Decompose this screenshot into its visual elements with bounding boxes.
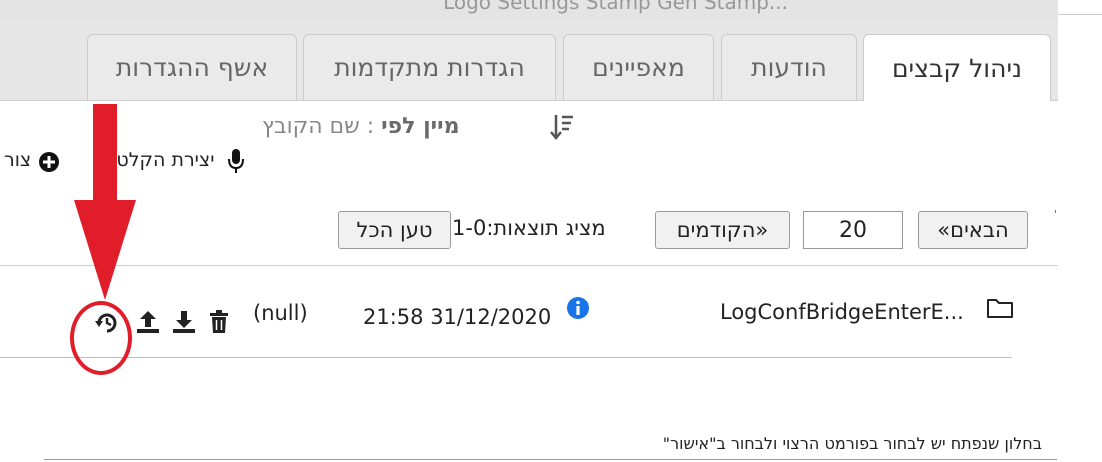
right-strip bbox=[1058, 0, 1102, 15]
row-divider-bottom bbox=[0, 357, 1012, 358]
trash-icon[interactable] bbox=[208, 310, 230, 334]
tab-file-management[interactable]: ניהול קבצים bbox=[863, 34, 1051, 101]
load-all-button[interactable]: טען הכל bbox=[338, 211, 451, 249]
download-icon[interactable] bbox=[172, 310, 196, 334]
results-count: מציג תוצאות:1-0 bbox=[452, 216, 606, 240]
sort-by-label[interactable]: מיין לפי : שם הקובץ bbox=[262, 114, 460, 139]
file-name[interactable]: LogConfBridgeEnterE... bbox=[720, 300, 964, 324]
file-value: (null) bbox=[253, 301, 308, 325]
plus-circle-icon[interactable] bbox=[38, 151, 60, 173]
annotation-circle bbox=[70, 301, 132, 375]
tab-settings-wizard[interactable]: אשף ההגדרות bbox=[87, 34, 297, 100]
footer-instruction: בחלון שנפתח יש לבחור בפורמט הרצוי ולבחור… bbox=[662, 434, 1042, 453]
annotation-arrow bbox=[74, 104, 136, 300]
mic-icon[interactable] bbox=[227, 148, 245, 174]
folder-icon bbox=[987, 299, 1013, 318]
row-divider-top bbox=[0, 265, 1058, 266]
tab-messages[interactable]: הודעות bbox=[721, 34, 857, 100]
page-size-input[interactable]: 20 bbox=[803, 211, 903, 249]
sort-value: : שם הקובץ bbox=[262, 114, 382, 139]
tab-advanced-settings[interactable]: הגדרות מתקדמות bbox=[303, 34, 556, 100]
create-short-label[interactable]: צור bbox=[4, 149, 31, 171]
sort-prefix: מיין לפי bbox=[381, 114, 460, 139]
tab-properties[interactable]: מאפיינים bbox=[563, 34, 714, 100]
sort-icon[interactable] bbox=[548, 113, 574, 141]
upload-icon[interactable] bbox=[136, 310, 160, 334]
file-datetime: 21:58 31/12/2020 bbox=[363, 305, 552, 329]
tab-bar: ניהול קבצים הודעות מאפיינים הגדרות מתקדמ… bbox=[0, 20, 1058, 101]
top-bar: Logo Settings Stamp Gen Stamp... bbox=[0, 0, 1058, 21]
side-mark: ' bbox=[1054, 208, 1058, 221]
footer-divider bbox=[44, 459, 1057, 460]
info-icon[interactable] bbox=[566, 296, 590, 320]
next-button[interactable]: «הבאים bbox=[918, 211, 1028, 249]
top-bar-text: Logo Settings Stamp Gen Stamp... bbox=[443, 0, 788, 14]
previous-button[interactable]: הקודמים» bbox=[655, 211, 790, 249]
